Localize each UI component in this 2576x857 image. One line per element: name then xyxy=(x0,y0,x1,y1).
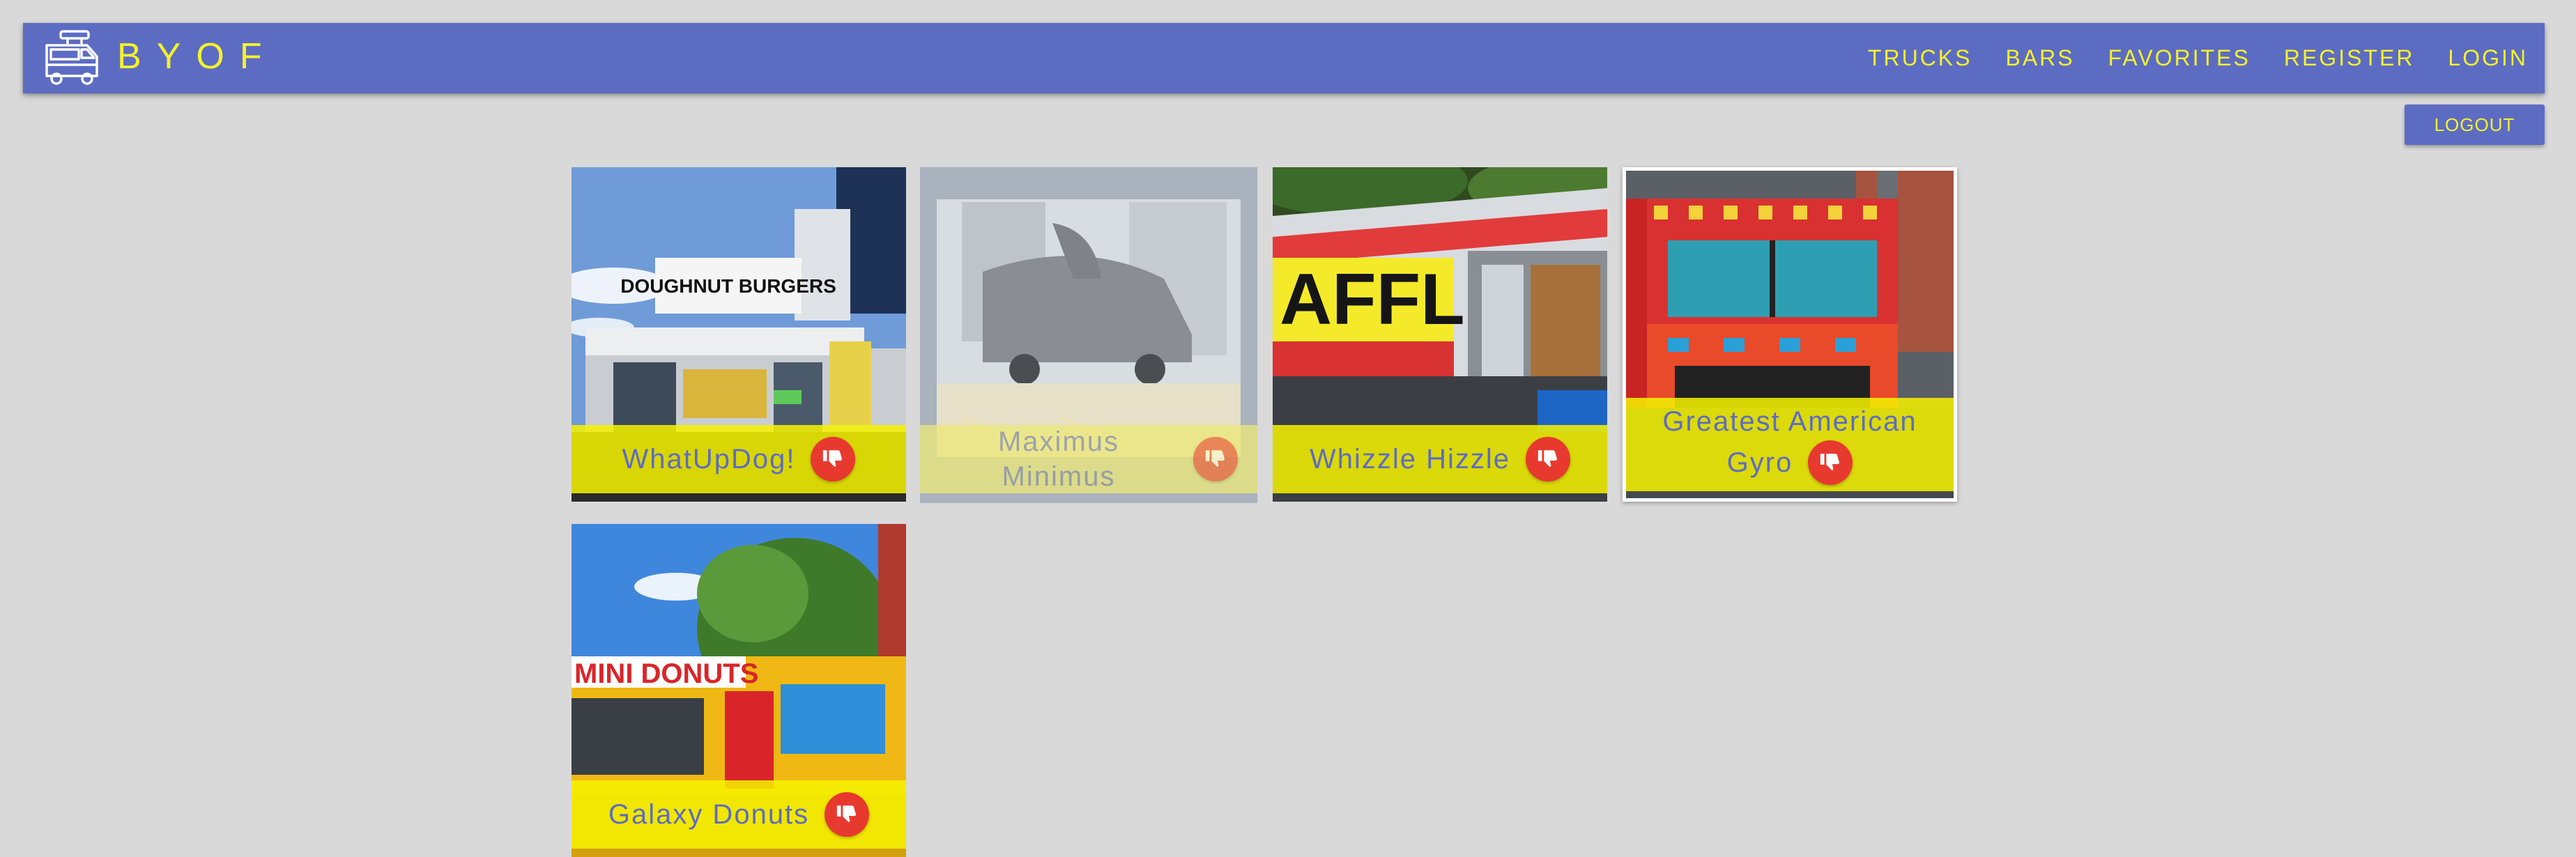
truck-caption: Greatest American Gyro xyxy=(1626,398,1954,491)
nav-links: TRUCKS BARS FAVORITES REGISTER LOGIN xyxy=(1834,23,2528,93)
nav-link-favorites[interactable]: FAVORITES xyxy=(2108,45,2251,71)
thumbs-down-icon xyxy=(1820,454,1840,470)
logout-button[interactable]: LOGOUT xyxy=(2405,105,2545,145)
nav-link-trucks[interactable]: TRUCKS xyxy=(1868,45,1972,71)
dislike-button[interactable] xyxy=(1808,440,1853,485)
thumbs-down-icon xyxy=(823,450,843,467)
truck-card-whatupdog[interactable]: DOUGHNUT BURGERS WhatUpDog! xyxy=(572,167,906,502)
truck-card-greatest-american-gyro[interactable]: Greatest American Gyro xyxy=(1623,167,1957,502)
thumbs-down-icon xyxy=(1538,450,1557,467)
truck-caption: Maximus Minimus xyxy=(920,425,1257,493)
dislike-button[interactable] xyxy=(1526,437,1571,481)
truck-sign-text: MINI DONUTS xyxy=(574,658,758,689)
top-navbar: BYOF TRUCKS BARS FAVORITES REGISTER LOGI… xyxy=(23,23,2545,93)
truck-caption: Whizzle Hizzle xyxy=(1273,425,1607,493)
dislike-button[interactable] xyxy=(811,437,856,481)
truck-card-whizzle-hizzle[interactable]: AFFLE Whizzle Hizzle xyxy=(1273,167,1607,502)
brand-title[interactable]: BYOF xyxy=(117,36,277,77)
truck-sign-text: DOUGHNUT BURGERS xyxy=(620,275,836,297)
nav-link-login[interactable]: LOGIN xyxy=(2448,45,2528,71)
truck-name-line-2: Gyro xyxy=(1726,447,1793,478)
truck-name: WhatUpDog! xyxy=(622,444,796,474)
truck-name: Maximus Minimus xyxy=(997,426,1120,492)
nav-link-bars[interactable]: BARS xyxy=(2005,45,2074,71)
truck-caption: Galaxy Donuts xyxy=(572,780,906,849)
thumbs-down-icon xyxy=(1205,450,1225,467)
truck-name-line-1: Greatest American xyxy=(1662,406,1917,437)
truck-name: Galaxy Donuts xyxy=(608,799,810,830)
truck-caption: WhatUpDog! xyxy=(572,425,906,493)
truck-card-galaxy-donuts[interactable]: MINI DONUTS Galaxy Donuts xyxy=(572,524,906,857)
dislike-button[interactable] xyxy=(1193,437,1238,481)
dislike-button[interactable] xyxy=(825,792,870,837)
truck-name: Whizzle Hizzle xyxy=(1309,444,1511,474)
food-truck-icon[interactable] xyxy=(44,29,104,87)
truck-card-maximus-minimus[interactable]: Maximus Minimus xyxy=(920,167,1257,503)
nav-link-register[interactable]: REGISTER xyxy=(2284,45,2415,71)
thumbs-down-icon xyxy=(837,805,857,822)
